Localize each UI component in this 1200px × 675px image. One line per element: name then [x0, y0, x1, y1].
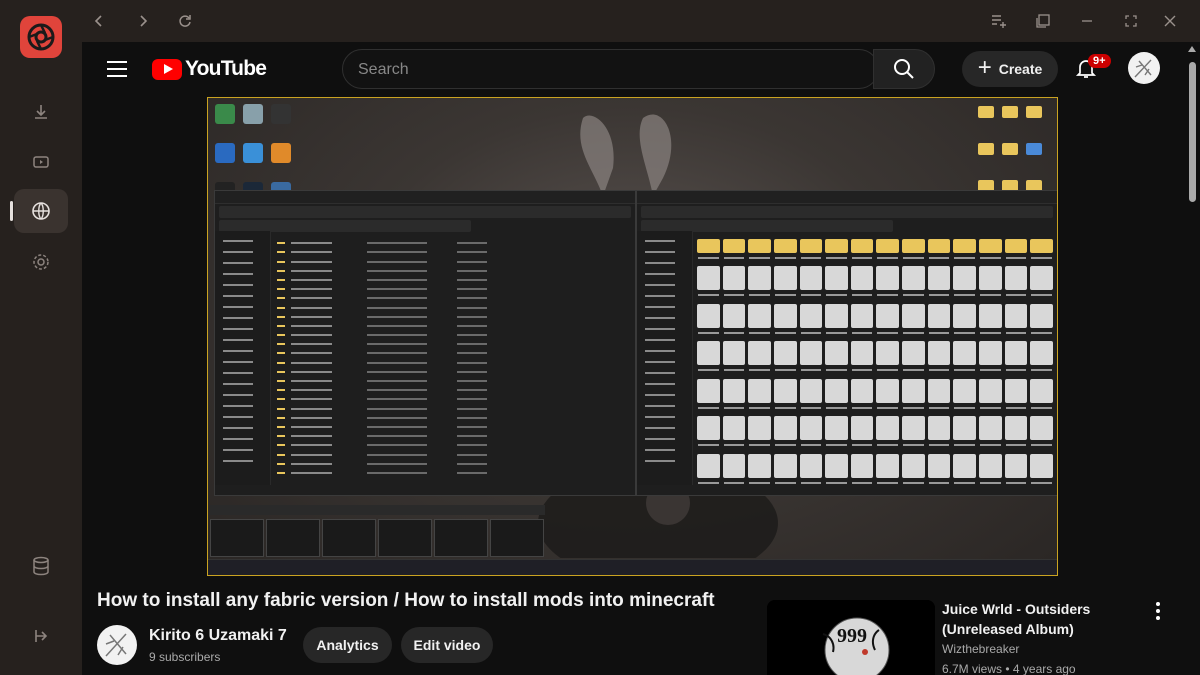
suggested-video-title[interactable]: Juice Wrld - Outsiders (Unreleased Album…	[942, 599, 1142, 639]
tabs-icon[interactable]	[1032, 10, 1054, 32]
more-actions-icon[interactable]	[1156, 602, 1162, 623]
browser-toolbar	[82, 0, 1200, 42]
menu-icon[interactable]	[107, 61, 127, 77]
page-scrollbar[interactable]	[1185, 42, 1200, 675]
app-logo-icon[interactable]	[20, 16, 62, 58]
suggested-video-thumbnail[interactable]: 999	[767, 600, 935, 675]
youtube-page: YouTube + Create 9+	[82, 42, 1185, 675]
analytics-button[interactable]: Analytics	[303, 627, 392, 663]
suggested-video-meta: 6.7M views • 4 years ago	[942, 662, 1076, 675]
wallpaper-ears	[580, 114, 672, 196]
video-title: How to install any fabric version / How …	[97, 590, 715, 611]
close-icon[interactable]	[1159, 10, 1181, 32]
thumbnail-999-text: 999	[837, 625, 867, 647]
search-button[interactable]	[873, 49, 935, 89]
notification-badge: 9+	[1088, 54, 1111, 68]
download-icon[interactable]	[21, 92, 61, 132]
video-icon[interactable]	[21, 142, 61, 182]
file-explorer-window-left	[214, 190, 636, 496]
edit-video-button[interactable]: Edit video	[401, 627, 493, 663]
logout-icon[interactable]	[21, 616, 61, 656]
youtube-wordmark: YouTube	[185, 57, 267, 80]
youtube-logo[interactable]: YouTube	[152, 57, 267, 81]
subscriber-count: 9 subscribers	[149, 650, 221, 664]
youtube-play-icon	[152, 58, 182, 80]
plus-icon: +	[977, 54, 992, 81]
create-label: Create	[998, 61, 1043, 77]
suggested-video-channel[interactable]: Wizthebreaker	[942, 642, 1019, 656]
scrollbar-thumb[interactable]	[1189, 62, 1196, 202]
forward-icon[interactable]	[132, 10, 154, 32]
channel-avatar[interactable]	[97, 625, 137, 665]
app-sidebar	[0, 0, 83, 675]
create-button[interactable]: + Create	[962, 51, 1058, 87]
file-explorer-window-right	[636, 190, 1057, 496]
scroll-up-icon[interactable]	[1188, 46, 1196, 52]
database-icon[interactable]	[21, 546, 61, 586]
playlist-add-icon[interactable]	[988, 10, 1010, 32]
user-avatar[interactable]	[1128, 52, 1160, 84]
maximize-icon[interactable]	[1120, 10, 1142, 32]
settings-icon[interactable]	[21, 242, 61, 282]
minimize-icon[interactable]	[1076, 10, 1098, 32]
windows-taskbar	[208, 559, 1057, 575]
globe-icon[interactable]	[10, 189, 68, 233]
search-icon	[894, 59, 914, 79]
back-icon[interactable]	[88, 10, 110, 32]
video-player[interactable]	[207, 97, 1058, 576]
taskbar-previews	[210, 509, 550, 557]
search-input[interactable]	[343, 50, 860, 88]
channel-name[interactable]: Kirito 6 Uzamaki 7	[149, 627, 287, 645]
search-box	[342, 49, 879, 89]
reload-icon[interactable]	[174, 10, 196, 32]
